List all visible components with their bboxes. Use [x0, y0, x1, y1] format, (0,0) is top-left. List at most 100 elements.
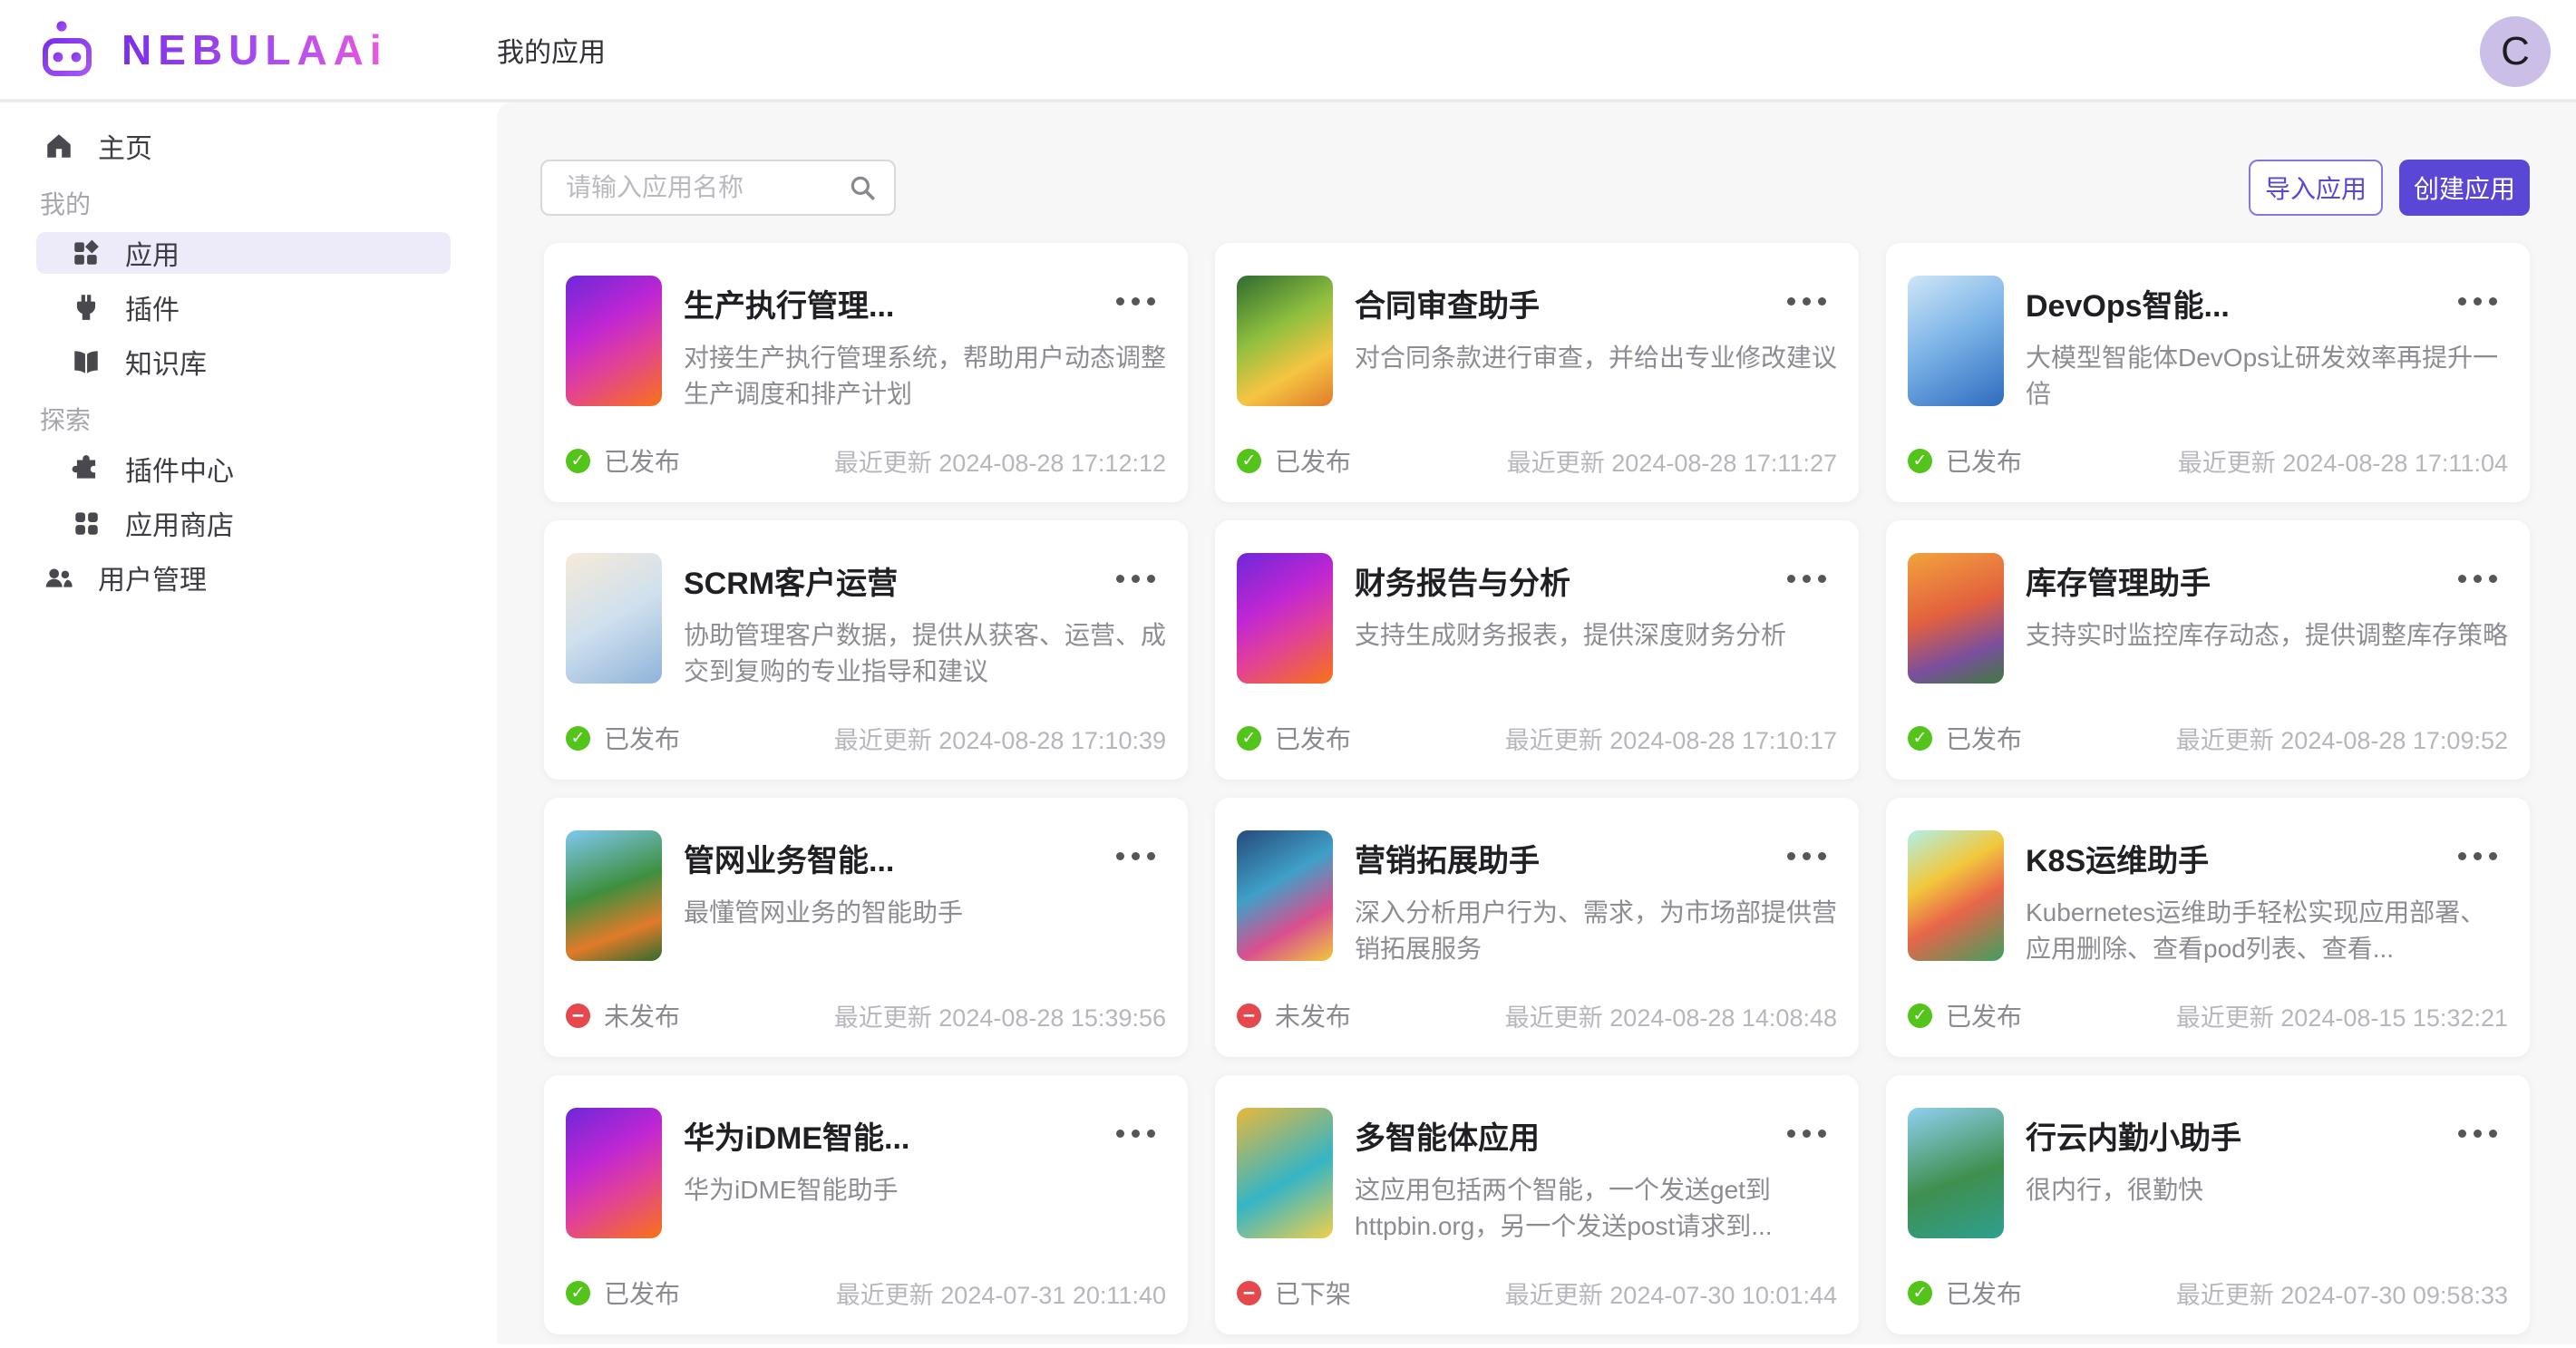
sidebar-item-label: 知识库 — [125, 342, 207, 382]
more-menu-icon[interactable] — [1111, 569, 1161, 588]
puzzle-icon — [71, 453, 102, 484]
sidebar-item-label: 应用 — [125, 233, 180, 273]
sidebar-item-knowledge[interactable]: 知识库 — [36, 341, 451, 383]
app-description: 这应用包括两个智能，一个发送get到httpbin.org，另一个发送post请… — [1355, 1172, 1837, 1245]
status-badge: 未发布 — [566, 997, 680, 1033]
app-title: 生产执行管理... — [684, 281, 1166, 325]
app-title: 多智能体应用 — [1355, 1113, 1837, 1158]
status-badge: 已发布 — [1237, 442, 1351, 479]
app-card[interactable]: SCRM客户运营 协助管理客户数据，提供从获客、运营、成交到复购的专业指导和建议… — [544, 520, 1188, 780]
more-menu-icon[interactable] — [2453, 569, 2503, 588]
app-card[interactable]: 营销拓展助手 深入分析用户行为、需求，为市场部提供营销拓展服务 未发布 最近更新… — [1215, 798, 1859, 1057]
app-thumbnail — [1908, 830, 2004, 961]
app-card-grid: 生产执行管理... 对接生产执行管理系统，帮助用户动态调整生产调度和排产计划 已… — [544, 243, 2530, 1334]
sidebar-item-label: 应用商店 — [125, 503, 234, 543]
updated-timestamp: 最近更新 2024-08-28 17:12:12 — [834, 443, 1166, 479]
status-icon — [1908, 726, 1932, 751]
status-icon — [1237, 1004, 1261, 1028]
more-menu-icon[interactable] — [2453, 847, 2503, 866]
sidebar: 主页 我的 应用 插件 — [0, 102, 497, 1344]
status-badge: 已发布 — [1908, 997, 2022, 1033]
status-label: 已发布 — [604, 1275, 680, 1311]
status-label: 已下架 — [1275, 1275, 1351, 1311]
updated-timestamp: 最近更新 2024-08-28 17:09:52 — [2176, 721, 2508, 756]
status-label: 已发布 — [1275, 442, 1351, 479]
more-menu-icon[interactable] — [1782, 292, 1832, 311]
app-card[interactable]: DevOps智能... 大模型智能体DevOps让研发效率再提升一倍 已发布 最… — [1886, 243, 2530, 502]
app-title: SCRM客户运营 — [684, 558, 1166, 603]
home-icon — [44, 131, 74, 161]
app-thumbnail — [1237, 276, 1333, 406]
app-description: 支持生成财务报表，提供深度财务分析 — [1355, 617, 1837, 654]
search-box — [540, 160, 896, 216]
status-icon — [1237, 1281, 1261, 1305]
app-thumbnail — [566, 830, 662, 961]
sidebar-item-home[interactable]: 主页 — [36, 125, 451, 167]
search-icon[interactable] — [847, 172, 878, 203]
sidebar-item-plugins[interactable]: 插件 — [36, 286, 451, 328]
status-badge: 已发布 — [566, 442, 680, 479]
sidebar-section-explore: 探索 — [40, 401, 497, 437]
app-description: 对合同条款进行审查，并给出专业修改建议 — [1355, 340, 1837, 376]
status-label: 已发布 — [1275, 720, 1351, 756]
status-label: 已发布 — [1946, 442, 2022, 479]
store-grid-icon — [71, 508, 102, 538]
more-menu-icon[interactable] — [2453, 1124, 2503, 1143]
app-card[interactable]: 华为iDME智能... 华为iDME智能助手 已发布 最近更新 2024-07-… — [544, 1075, 1188, 1334]
app-card[interactable]: 合同审查助手 对合同条款进行审查，并给出专业修改建议 已发布 最近更新 2024… — [1215, 243, 1859, 502]
import-app-button[interactable]: 导入应用 — [2249, 160, 2383, 216]
status-icon — [566, 726, 590, 751]
people-icon — [44, 562, 74, 593]
brand-logo: NEBULAAi — [0, 16, 497, 83]
more-menu-icon[interactable] — [1782, 1124, 1832, 1143]
sidebar-item-app-store[interactable]: 应用商店 — [36, 502, 451, 544]
status-icon — [566, 1004, 590, 1028]
updated-timestamp: 最近更新 2024-07-30 10:01:44 — [1505, 1275, 1837, 1311]
app-title: 营销拓展助手 — [1355, 836, 1837, 880]
app-thumbnail — [566, 1108, 662, 1238]
sidebar-item-label: 主页 — [98, 126, 152, 166]
status-icon — [1237, 449, 1261, 473]
more-menu-icon[interactable] — [1111, 1124, 1161, 1143]
app-description: Kubernetes运维助手轻松实现应用部署、应用删除、查看pod列表、查看..… — [2026, 895, 2508, 967]
status-icon — [1908, 1281, 1932, 1305]
sidebar-item-plugin-center[interactable]: 插件中心 — [36, 448, 451, 490]
status-icon — [566, 1281, 590, 1305]
app-thumbnail — [1908, 276, 2004, 406]
app-card[interactable]: 管网业务智能... 最懂管网业务的智能助手 未发布 最近更新 2024-08-2… — [544, 798, 1188, 1057]
status-icon — [1237, 726, 1261, 751]
robot-logo-icon — [31, 16, 103, 83]
create-app-button[interactable]: 创建应用 — [2399, 160, 2530, 216]
sidebar-item-apps[interactable]: 应用 — [36, 232, 451, 274]
more-menu-icon[interactable] — [1111, 847, 1161, 866]
sidebar-item-user-management[interactable]: 用户管理 — [36, 557, 451, 598]
app-card[interactable]: 生产执行管理... 对接生产执行管理系统，帮助用户动态调整生产调度和排产计划 已… — [544, 243, 1188, 502]
app-thumbnail — [566, 276, 662, 406]
app-card[interactable]: 行云内勤小助手 很内行，很勤快 已发布 最近更新 2024-07-30 09:5… — [1886, 1075, 2530, 1334]
status-label: 已发布 — [1946, 1275, 2022, 1311]
more-menu-icon[interactable] — [1782, 847, 1832, 866]
updated-timestamp: 最近更新 2024-08-28 17:11:27 — [1507, 443, 1837, 479]
sidebar-section-my: 我的 — [40, 185, 497, 221]
status-badge: 未发布 — [1237, 997, 1351, 1033]
status-badge: 已下架 — [1237, 1275, 1351, 1311]
app-card[interactable]: 财务报告与分析 支持生成财务报表，提供深度财务分析 已发布 最近更新 2024-… — [1215, 520, 1859, 780]
app-thumbnail — [1237, 830, 1333, 961]
app-card[interactable]: K8S运维助手 Kubernetes运维助手轻松实现应用部署、应用删除、查看po… — [1886, 798, 2530, 1057]
updated-timestamp: 最近更新 2024-08-28 17:11:04 — [2178, 443, 2508, 479]
more-menu-icon[interactable] — [2453, 292, 2503, 311]
page-title: 我的应用 — [497, 30, 606, 70]
sidebar-item-label: 用户管理 — [98, 558, 207, 597]
app-card[interactable]: 库存管理助手 支持实时监控库存动态，提供调整库存策略 已发布 最近更新 2024… — [1886, 520, 2530, 780]
status-badge: 已发布 — [566, 720, 680, 756]
app-card[interactable]: 多智能体应用 这应用包括两个智能，一个发送get到httpbin.org，另一个… — [1215, 1075, 1859, 1334]
plug-icon — [71, 292, 102, 323]
app-thumbnail — [1908, 1108, 2004, 1238]
apps-grid-icon — [71, 238, 102, 268]
user-avatar[interactable]: C — [2480, 16, 2551, 87]
app-title: K8S运维助手 — [2026, 836, 2508, 880]
more-menu-icon[interactable] — [1111, 292, 1161, 311]
search-input[interactable] — [540, 160, 896, 216]
app-thumbnail — [1237, 1108, 1333, 1238]
more-menu-icon[interactable] — [1782, 569, 1832, 588]
